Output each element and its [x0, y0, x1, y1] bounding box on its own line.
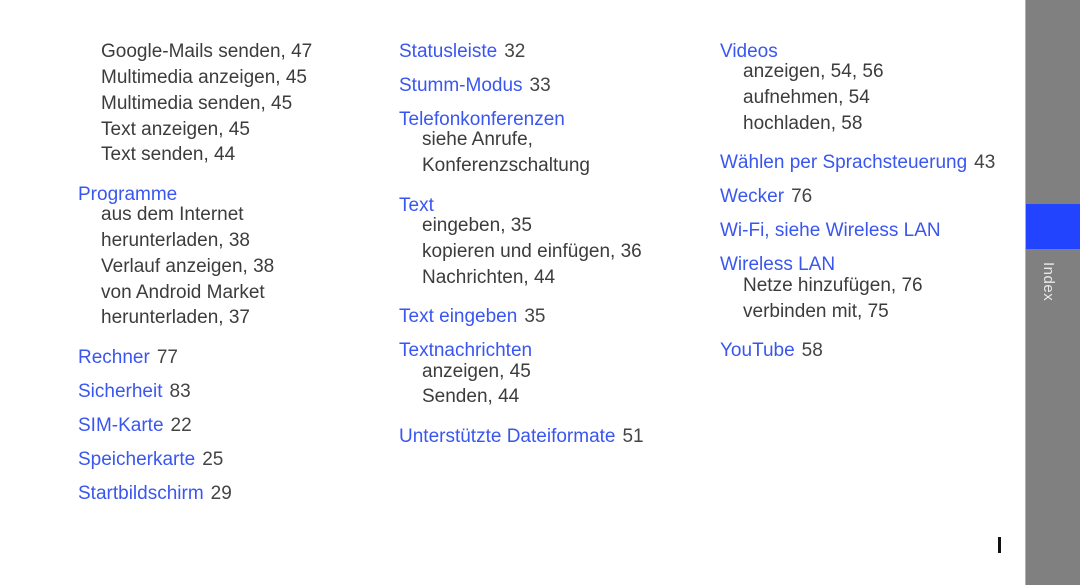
index-term[interactable]: Text eingeben [399, 306, 517, 327]
page-number: 76 [791, 186, 813, 207]
index-subentry: Multimedia senden, 45 [101, 93, 293, 114]
index-term[interactable]: Stumm-Modus [399, 75, 523, 96]
page-number: 25 [202, 449, 224, 470]
index-subentry: aufnehmen, 54 [743, 87, 870, 108]
index-term[interactable]: Wählen per Sprachsteuerung [720, 152, 967, 173]
index-term[interactable]: Statusleiste [399, 41, 497, 62]
index-term[interactable]: SIM-Karte [78, 415, 164, 436]
index-term[interactable]: Wecker [720, 186, 784, 207]
page-number: 35 [524, 306, 546, 327]
index-subentry: Google-Mails senden, 47 [101, 41, 313, 62]
index-subentry: aus dem Internet [101, 204, 244, 225]
page-number: 51 [622, 426, 644, 447]
index-entry-statusleiste[interactable]: Statusleiste 32 [399, 39, 525, 65]
page-number: 29 [210, 483, 232, 504]
index-term[interactable]: Startbildschirm [78, 483, 204, 504]
index-subentry: Text anzeigen, 45 [101, 119, 250, 140]
page-number: 77 [156, 347, 178, 368]
index-term[interactable]: YouTube [720, 340, 795, 361]
index-subentry: verbinden mit, 75 [743, 301, 889, 322]
index-subentry: Text senden, 44 [101, 144, 236, 165]
index-subentry: eingeben, 35 [422, 215, 532, 236]
index-entry-waehlen[interactable]: Wählen per Sprachsteuerung 43 [720, 150, 995, 176]
index-subentry: herunterladen, 38 [101, 230, 250, 251]
index-entry-sicherheit[interactable]: Sicherheit 83 [78, 379, 191, 405]
index-subentry: anzeigen, 45 [422, 361, 531, 382]
index-entry-text-eingeben[interactable]: Text eingeben 35 [399, 304, 545, 330]
index-entry-sim-karte[interactable]: SIM-Karte 22 [78, 413, 192, 439]
index-entry-startbildschirm[interactable]: Startbildschirm 29 [78, 481, 232, 507]
index-subentry: Netze hinzufügen, 76 [743, 275, 923, 296]
page-number: 33 [529, 75, 551, 96]
index-subentry: Multimedia anzeigen, 45 [101, 67, 307, 88]
page-number: 22 [170, 415, 192, 436]
index-subentry: kopieren und einfügen, 36 [422, 241, 642, 262]
index-term[interactable]: Sicherheit [78, 381, 163, 402]
page-number: 58 [801, 340, 823, 361]
chapter-sidebar: Index [1025, 0, 1080, 585]
index-entry-stumm-modus[interactable]: Stumm-Modus 33 [399, 73, 551, 99]
page-number-marker [998, 537, 1001, 553]
index-entry-wecker[interactable]: Wecker 76 [720, 184, 812, 210]
index-subentry: Nachrichten, 44 [422, 267, 556, 288]
index-subentry: herunterladen, 37 [101, 307, 250, 328]
index-entry-youtube[interactable]: YouTube 58 [720, 338, 823, 364]
index-subentry: Senden, 44 [422, 386, 520, 407]
chapter-label: Index [1040, 262, 1057, 302]
page-number: 32 [504, 41, 526, 62]
index-term-wifi[interactable]: Wi-Fi, siehe Wireless LAN [720, 218, 941, 244]
page-number: 43 [974, 152, 996, 173]
index-subentry: Konferenzschaltung [422, 155, 590, 176]
index-subentry: von Android Market [101, 282, 265, 303]
index-subentry: Verlauf anzeigen, 38 [101, 256, 275, 277]
index-entry-speicherkarte[interactable]: Speicherkarte 25 [78, 447, 223, 473]
index-subentry: anzeigen, 54, 56 [743, 61, 884, 82]
index-entry-dateiformate[interactable]: Unterstützte Dateiformate 51 [399, 424, 644, 450]
index-term[interactable]: Unterstützte Dateiformate [399, 426, 615, 447]
index-subentry: siehe Anrufe, [422, 129, 533, 150]
chapter-tab-active[interactable] [1026, 204, 1080, 249]
index-entry-rechner[interactable]: Rechner 77 [78, 345, 178, 371]
index-term[interactable]: Rechner [78, 347, 150, 368]
page-number: 83 [169, 381, 191, 402]
index-subentry: hochladen, 58 [743, 113, 863, 134]
index-term[interactable]: Speicherkarte [78, 449, 195, 470]
